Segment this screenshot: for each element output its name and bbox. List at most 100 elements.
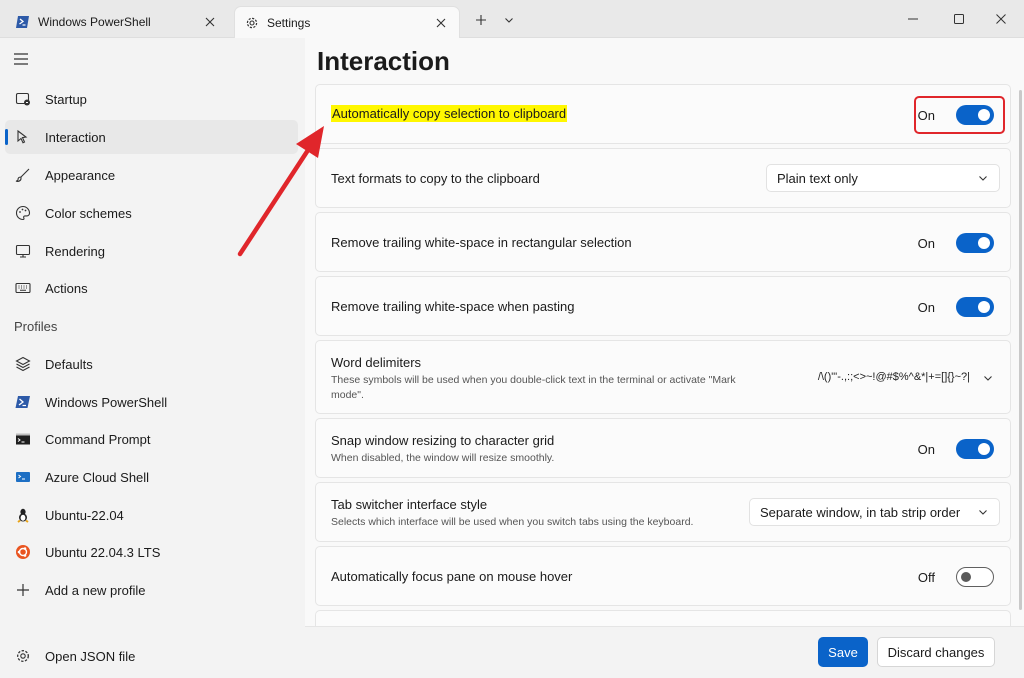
minimize-icon: [908, 18, 918, 20]
settings-content: Interaction Automatically copy selection…: [305, 38, 1024, 678]
copy-on-select-toggle[interactable]: [956, 105, 994, 125]
tab-switcher-dropdown[interactable]: Separate window, in tab strip order: [749, 498, 1000, 526]
sidebar-item-label: Windows PowerShell: [45, 394, 168, 410]
setting-title: Remove trailing white-space in rectangul…: [331, 235, 632, 250]
setting-subtitle: Selects which interface will be used whe…: [331, 516, 694, 528]
trim-rect-toggle-group[interactable]: On: [918, 233, 994, 253]
sidebar-item-ubuntu-22-04-3-lts[interactable]: Ubuntu 22.04.3 LTS: [5, 535, 298, 569]
snap-resize-toggle[interactable]: [956, 439, 994, 459]
startup-icon: [14, 90, 32, 108]
powershell-icon: [14, 393, 32, 411]
chevron-down-icon: [505, 18, 513, 23]
sidebar-item-interaction[interactable]: Interaction: [5, 120, 298, 154]
sidebar-item-startup[interactable]: Startup: [5, 82, 298, 116]
hamburger-menu-icon[interactable]: [13, 52, 31, 68]
profiles-section-label: Profiles: [14, 319, 58, 334]
tab-label: Settings: [267, 15, 311, 30]
focus-hover-toggle-group[interactable]: Off: [918, 567, 994, 587]
trim-rect-toggle[interactable]: [956, 233, 994, 253]
setting-title: Text formats to copy to the clipboard: [331, 171, 540, 186]
chevron-down-icon: [979, 176, 987, 181]
toggle-state-label: On: [917, 441, 935, 457]
sidebar-item-label: Ubuntu 22.04.3 LTS: [45, 544, 161, 560]
setting-title: Remove trailing white-space when pasting: [331, 299, 575, 314]
toggle-state-label: On: [917, 235, 935, 251]
sidebar-item-label: Add a new profile: [45, 582, 146, 598]
title-bar: Windows PowerShell Settings: [0, 0, 1024, 38]
setting-text-formats: Text formats to copy to the clipboard Pl…: [315, 148, 1011, 208]
sidebar-item-actions[interactable]: Actions: [5, 271, 298, 305]
brush-icon: [14, 166, 32, 184]
close-icon[interactable]: [202, 14, 218, 30]
copy-on-select-toggle-group[interactable]: On: [918, 105, 994, 125]
sidebar: Startup Interaction Appearance Color sch…: [0, 38, 305, 678]
sidebar-item-label: Color schemes: [45, 205, 132, 221]
sidebar-item-label: Startup: [45, 91, 87, 107]
sidebar-item-ubuntu-22-04[interactable]: Ubuntu-22.04: [5, 498, 298, 532]
trim-paste-toggle[interactable]: [956, 297, 994, 317]
setting-card-partial: [315, 610, 1011, 626]
gear-icon: [245, 16, 259, 30]
setting-word-delimiters[interactable]: Word delimiters These symbols will be us…: [315, 340, 1011, 414]
word-delimiters-value: /\()"'-.,:;<>~!@#$%^&*|+=[]{}~?|: [817, 371, 970, 383]
sidebar-item-color-schemes[interactable]: Color schemes: [5, 196, 298, 230]
tab-dropdown-button[interactable]: [499, 10, 519, 30]
linux-icon: [14, 506, 32, 524]
trim-paste-toggle-group[interactable]: On: [918, 297, 994, 317]
gear-icon: [14, 647, 32, 665]
palette-icon: [14, 204, 32, 222]
setting-tab-switcher: Tab switcher interface style Selects whi…: [315, 482, 1011, 542]
sidebar-item-label: Rendering: [45, 243, 105, 259]
monitor-icon: [14, 242, 32, 260]
plus-icon: [476, 15, 486, 25]
dropdown-value: Plain text only: [777, 170, 858, 186]
keyboard-icon: [14, 279, 32, 297]
highlighted-setting-title: Automatically copy selection to clipboar…: [331, 105, 568, 122]
toggle-state-label: On: [917, 299, 935, 315]
powershell-icon: [16, 15, 30, 29]
sidebar-item-azure-cloud-shell[interactable]: Azure Cloud Shell: [5, 460, 298, 494]
sidebar-item-add-new-profile[interactable]: Add a new profile: [5, 573, 298, 607]
azure-icon: [14, 468, 32, 486]
close-icon[interactable]: [433, 15, 449, 31]
sidebar-item-command-prompt[interactable]: Command Prompt: [5, 422, 298, 456]
maximize-button[interactable]: [936, 4, 982, 34]
sidebar-item-appearance[interactable]: Appearance: [5, 158, 298, 192]
setting-subtitle: When disabled, the window will resize sm…: [331, 452, 555, 464]
setting-copy-on-select: Automatically copy selection to clipboar…: [315, 84, 1011, 144]
snap-resize-toggle-group[interactable]: On: [918, 439, 994, 459]
tab-settings[interactable]: Settings: [234, 6, 460, 38]
save-button[interactable]: Save: [818, 637, 868, 667]
sidebar-item-label: Command Prompt: [45, 431, 151, 447]
chevron-down-icon: [979, 510, 987, 515]
chevron-down-icon[interactable]: [982, 372, 994, 384]
setting-trim-paste: Remove trailing white-space when pasting…: [315, 276, 1011, 336]
maximize-icon: [954, 14, 964, 24]
sidebar-item-label: Actions: [45, 280, 88, 296]
discard-changes-button[interactable]: Discard changes: [877, 637, 995, 667]
tab-label: Windows PowerShell: [38, 15, 151, 29]
sidebar-item-label: Ubuntu-22.04: [45, 507, 124, 523]
new-tab-button[interactable]: [471, 10, 491, 30]
open-json-file-button[interactable]: Open JSON file: [5, 639, 298, 673]
setting-title: Tab switcher interface style: [331, 497, 488, 512]
sidebar-item-windows-powershell[interactable]: Windows PowerShell: [5, 385, 298, 419]
sidebar-item-label: Open JSON file: [45, 648, 136, 664]
setting-focus-on-hover: Automatically focus pane on mouse hover …: [315, 546, 1011, 606]
scrollbar[interactable]: [1019, 90, 1022, 610]
tab-windows-powershell[interactable]: Windows PowerShell: [6, 6, 228, 38]
text-formats-dropdown[interactable]: Plain text only: [766, 164, 1000, 192]
setting-trim-rectangular: Remove trailing white-space in rectangul…: [315, 212, 1011, 272]
toggle-state-label: Off: [917, 569, 935, 585]
layers-icon: [14, 355, 32, 373]
sidebar-item-defaults[interactable]: Defaults: [5, 347, 298, 381]
close-window-button[interactable]: [978, 4, 1024, 34]
setting-title: Snap window resizing to character grid: [331, 433, 555, 448]
footer-actions: Save Discard changes: [305, 626, 1024, 678]
sidebar-item-rendering[interactable]: Rendering: [5, 234, 298, 268]
close-icon: [996, 14, 1006, 24]
focus-hover-toggle[interactable]: [956, 567, 994, 587]
sidebar-item-label: Interaction: [45, 129, 106, 145]
setting-subtitle: These symbols will be used when you doub…: [331, 374, 736, 401]
minimize-button[interactable]: [890, 4, 936, 34]
